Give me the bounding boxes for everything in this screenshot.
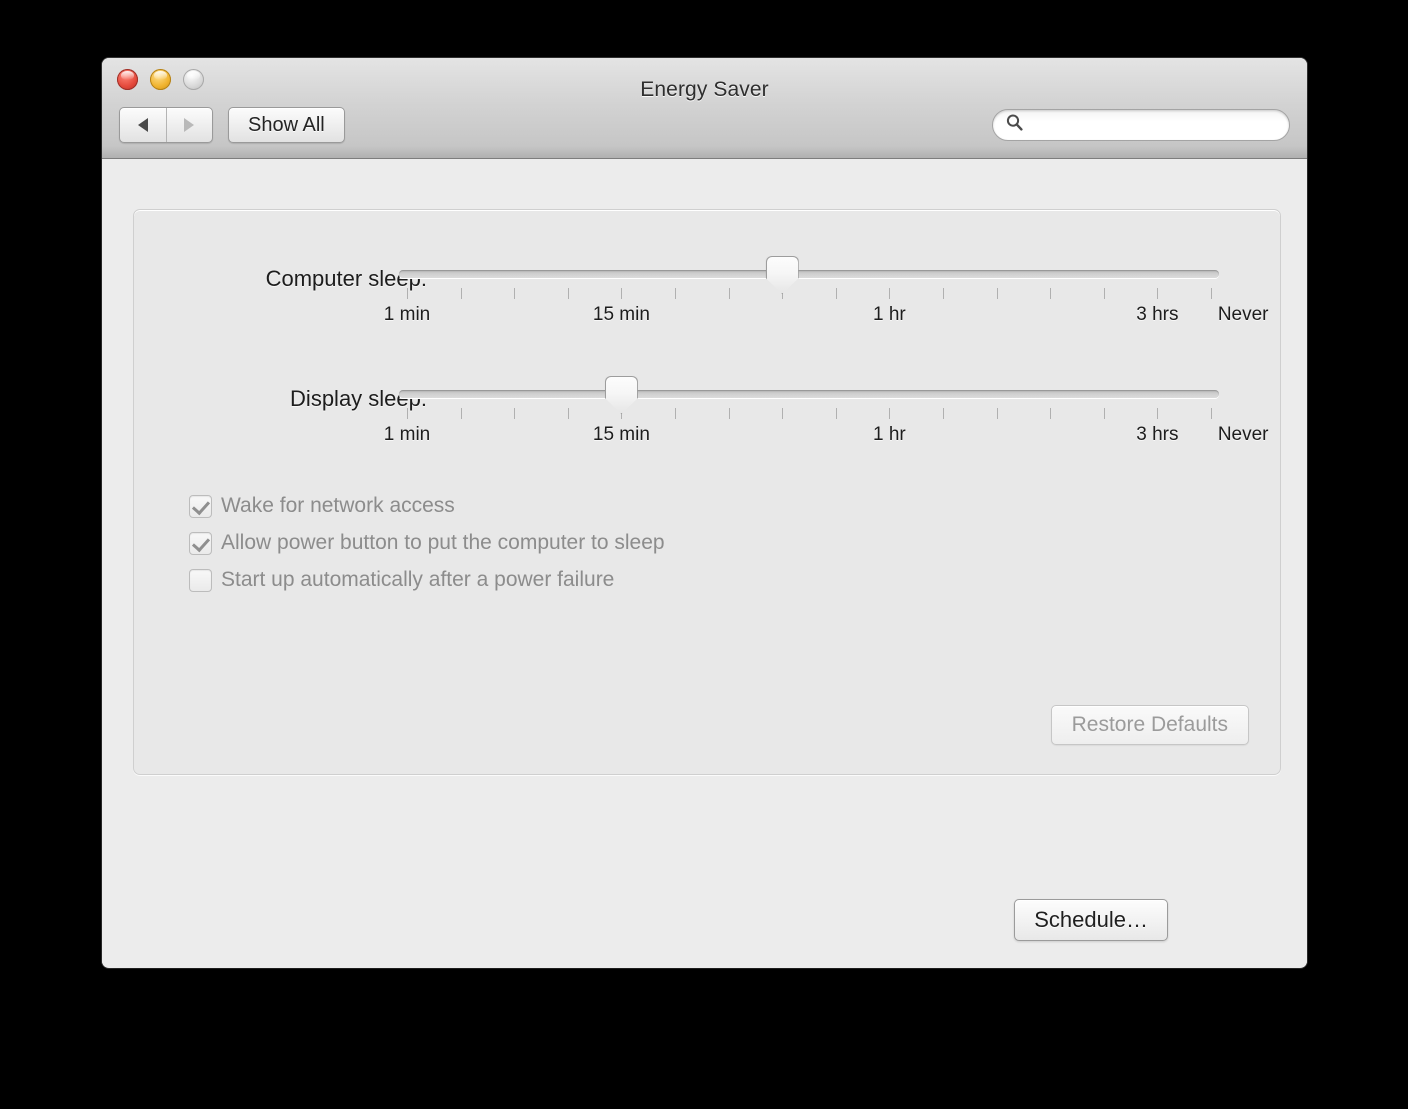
slider-tick bbox=[782, 408, 783, 419]
slider-tick bbox=[889, 408, 890, 419]
forward-button bbox=[166, 108, 213, 142]
slider-tick-labels: 1 min15 min1 hr3 hrsNever bbox=[399, 424, 1219, 450]
slider-tick bbox=[729, 408, 730, 419]
slider-tick bbox=[461, 288, 462, 299]
window-body: Computer sleep: 1 min15 min1 hr3 hrsNeve… bbox=[102, 159, 1307, 967]
slider-ticks bbox=[399, 288, 1219, 300]
slider-tick bbox=[514, 408, 515, 419]
slider-tick bbox=[1211, 408, 1212, 419]
slider-tick-label: Never bbox=[1218, 424, 1269, 446]
slider-tick-label: 1 min bbox=[384, 304, 430, 326]
slider-tick bbox=[568, 288, 569, 299]
slider-tick bbox=[514, 288, 515, 299]
schedule-button[interactable]: Schedule… bbox=[1014, 899, 1168, 941]
slider-tick bbox=[407, 288, 408, 299]
slider-tick bbox=[675, 288, 676, 299]
slider-tick bbox=[836, 408, 837, 419]
checkbox-row[interactable]: Allow power button to put the computer t… bbox=[189, 525, 665, 561]
back-button[interactable] bbox=[120, 108, 166, 142]
slider-tick bbox=[621, 288, 622, 299]
slider-tick bbox=[729, 288, 730, 299]
settings-panel: Computer sleep: 1 min15 min1 hr3 hrsNeve… bbox=[133, 209, 1281, 775]
checkbox-label: Wake for network access bbox=[221, 494, 455, 518]
slider-tick-label: 1 hr bbox=[873, 424, 906, 446]
show-all-button[interactable]: Show All bbox=[228, 107, 345, 143]
checkbox-1[interactable] bbox=[189, 532, 212, 555]
navigation-segmented-control bbox=[119, 107, 213, 143]
slider-tick bbox=[407, 408, 408, 419]
slider-tick bbox=[889, 288, 890, 299]
slider-tick-label: 3 hrs bbox=[1136, 304, 1178, 326]
search-input[interactable] bbox=[1024, 110, 1289, 140]
slider-tick bbox=[1157, 408, 1158, 419]
slider-tick bbox=[1104, 408, 1105, 419]
checkbox-label: Start up automatically after a power fai… bbox=[221, 568, 614, 592]
slider-tick-label: 1 hr bbox=[873, 304, 906, 326]
slider-tick-label: 1 min bbox=[384, 424, 430, 446]
slider-tick-label: 3 hrs bbox=[1136, 424, 1178, 446]
slider-ticks bbox=[399, 408, 1219, 420]
slider-tick bbox=[997, 288, 998, 299]
slider-tick bbox=[1050, 288, 1051, 299]
restore-defaults-button[interactable]: Restore Defaults bbox=[1051, 705, 1249, 745]
slider-tick-label: 15 min bbox=[593, 304, 650, 326]
back-arrow-icon bbox=[138, 118, 148, 132]
titlebar: Energy Saver Show All bbox=[102, 58, 1307, 159]
slider-tick bbox=[943, 288, 944, 299]
options-checkbox-group: Wake for network access Allow power butto… bbox=[189, 488, 665, 599]
search-field[interactable] bbox=[992, 109, 1290, 141]
slider-tick-labels: 1 min15 min1 hr3 hrsNever bbox=[399, 304, 1219, 330]
slider-tick bbox=[997, 408, 998, 419]
slider-tick bbox=[1211, 288, 1212, 299]
checkbox-2[interactable] bbox=[189, 569, 212, 592]
slider-tick bbox=[675, 408, 676, 419]
slider-tick bbox=[1104, 288, 1105, 299]
window-title: Energy Saver bbox=[102, 78, 1307, 102]
slider-tick bbox=[836, 288, 837, 299]
checkbox-0[interactable] bbox=[189, 495, 212, 518]
slider-tick bbox=[461, 408, 462, 419]
slider-tick bbox=[568, 408, 569, 419]
slider-tick bbox=[1050, 408, 1051, 419]
slider-track[interactable] bbox=[399, 390, 1219, 398]
slider-tick bbox=[943, 408, 944, 419]
checkbox-row[interactable]: Start up automatically after a power fai… bbox=[189, 562, 665, 598]
slider-tick-label: Never bbox=[1218, 304, 1269, 326]
checkbox-row[interactable]: Wake for network access bbox=[189, 488, 665, 524]
checkbox-label: Allow power button to put the computer t… bbox=[221, 531, 665, 555]
slider-tick bbox=[1157, 288, 1158, 299]
energy-saver-window: Energy Saver Show All Compu bbox=[102, 58, 1307, 968]
slider-tick-label: 15 min bbox=[593, 424, 650, 446]
search-icon bbox=[1005, 113, 1024, 137]
slider-track[interactable] bbox=[399, 270, 1219, 278]
forward-arrow-icon bbox=[184, 118, 194, 132]
